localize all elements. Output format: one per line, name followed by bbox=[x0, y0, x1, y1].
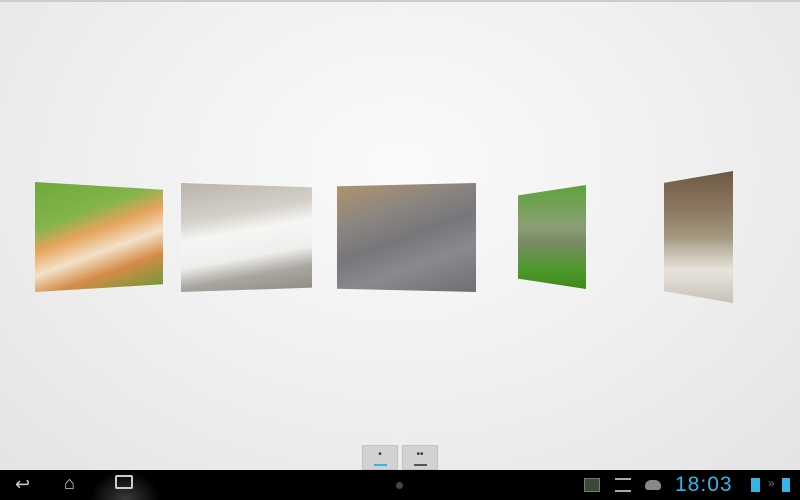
menu-dot-icon[interactable] bbox=[396, 482, 403, 489]
chevron-icon: » bbox=[768, 476, 775, 490]
gallery-image-4[interactable] bbox=[518, 185, 586, 289]
coverflow-gallery[interactable]: • •• bbox=[0, 0, 800, 470]
battery-icon[interactable] bbox=[751, 478, 760, 492]
clock[interactable]: 18:03 bbox=[675, 473, 733, 497]
gallery-image-5[interactable] bbox=[664, 171, 733, 303]
page-button-label: • bbox=[378, 449, 382, 460]
page-button-1[interactable]: • bbox=[362, 445, 398, 470]
gallery-image-1[interactable] bbox=[35, 182, 163, 292]
screenshot-notification-icon[interactable] bbox=[584, 478, 600, 492]
inactive-indicator bbox=[414, 464, 427, 466]
battery-dock-icon[interactable] bbox=[782, 478, 790, 492]
active-indicator bbox=[374, 464, 387, 466]
page-button-label: •• bbox=[416, 449, 424, 460]
download-notification-icon[interactable] bbox=[615, 478, 631, 492]
recent-apps-icon[interactable] bbox=[115, 475, 133, 489]
back-icon[interactable]: ↩ bbox=[15, 474, 30, 495]
gallery-image-3[interactable] bbox=[337, 183, 476, 292]
home-icon[interactable]: ⌂ bbox=[64, 473, 75, 494]
android-debug-icon[interactable] bbox=[645, 480, 661, 490]
gallery-image-2[interactable] bbox=[181, 183, 312, 292]
page-button-2[interactable]: •• bbox=[402, 445, 438, 470]
system-navigation-bar: ↩ ⌂ 18:03 » bbox=[0, 470, 800, 500]
